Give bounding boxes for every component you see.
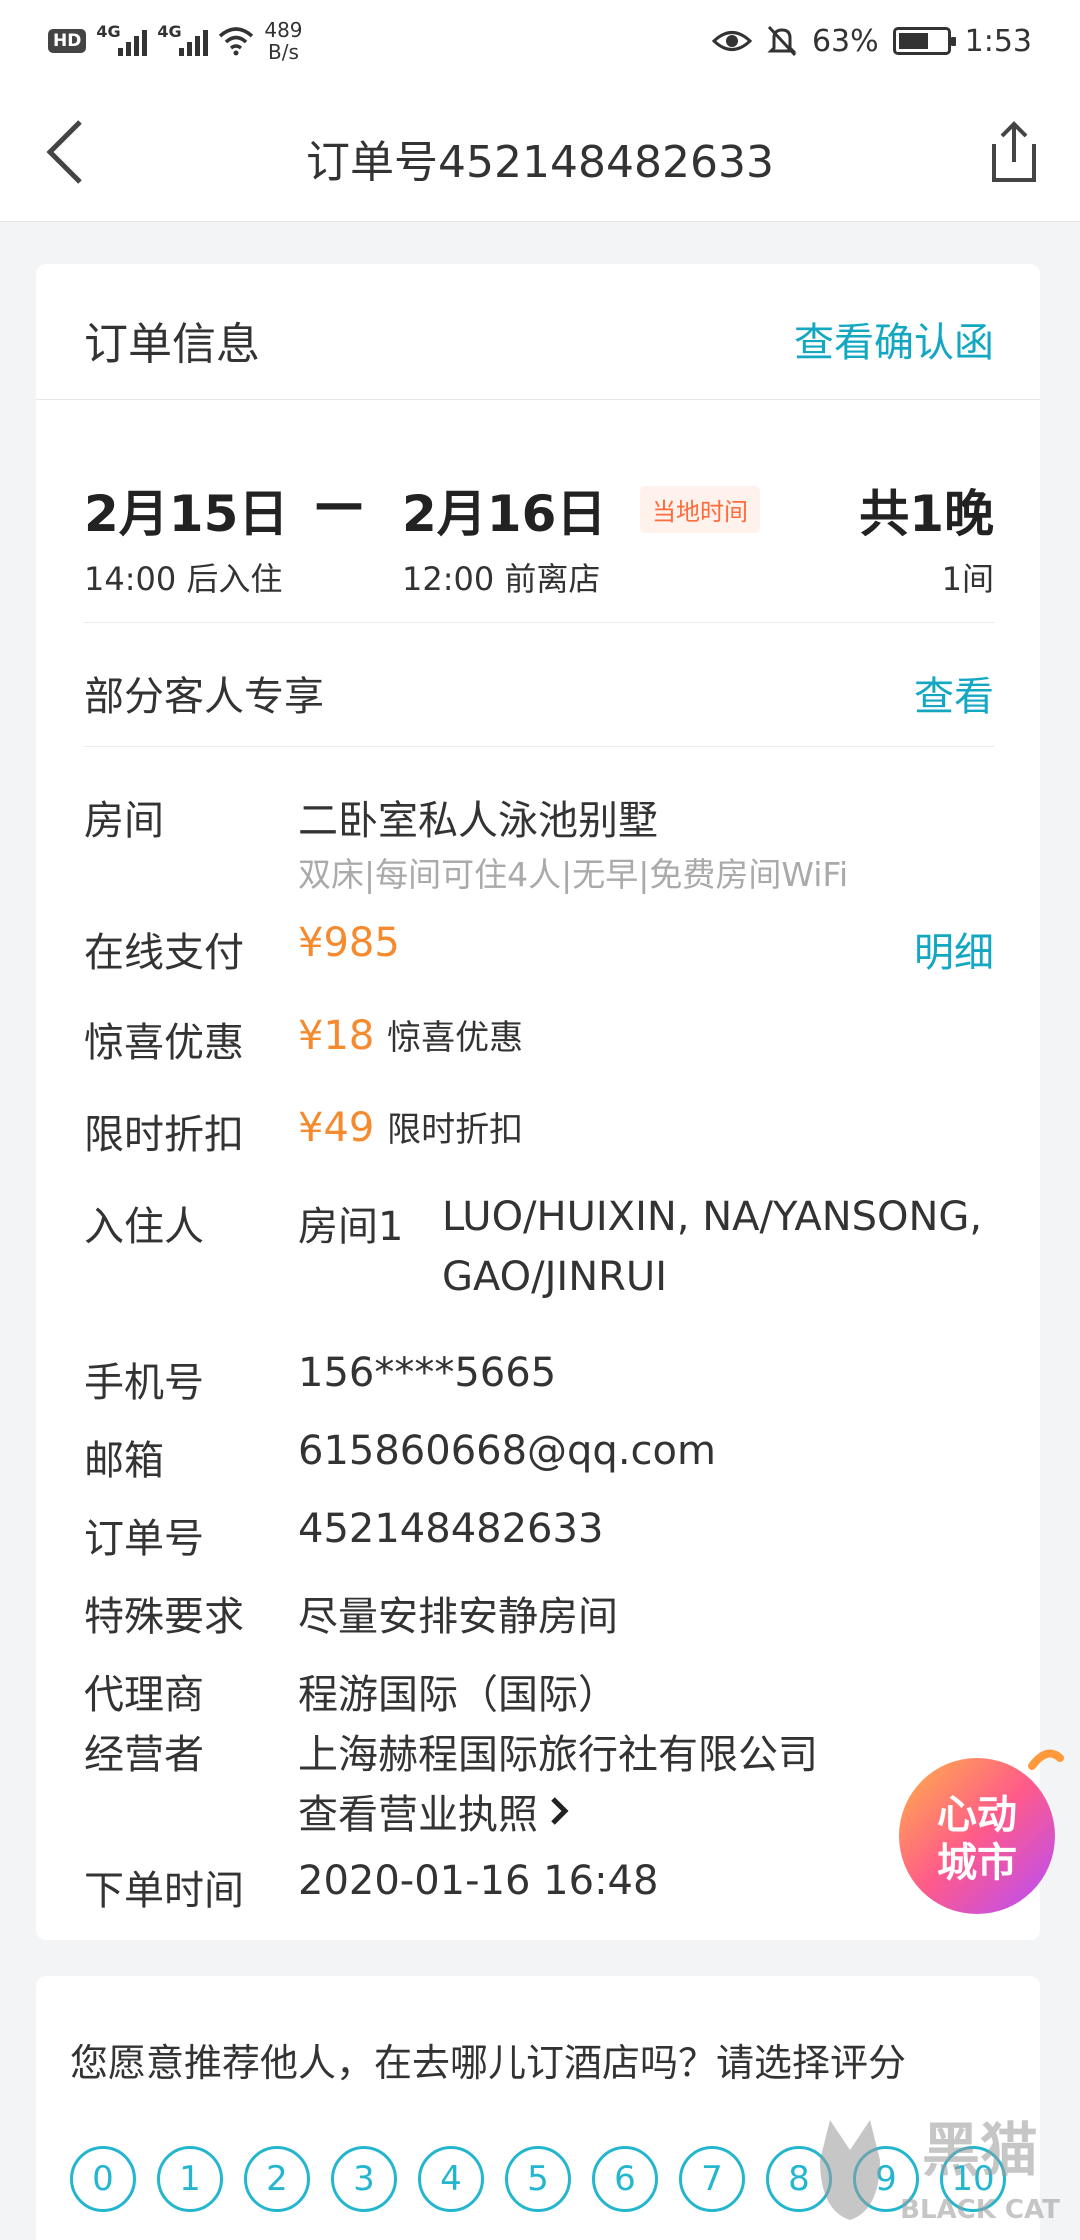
agent-value: 程游国际（国际） [298, 1672, 618, 1718]
date-dash: — [314, 474, 364, 532]
watermark-text-cn: 黑猫 [922, 2116, 1038, 2184]
share-icon [992, 121, 1036, 182]
status-right: 63% 1:53 [711, 18, 1032, 64]
rating-option[interactable]: 3 [331, 2146, 397, 2212]
checkin-date: 2月15日 [84, 485, 289, 543]
guest-room-label: 房间1 [298, 1204, 404, 1250]
phone-value: 156****5665 [298, 1350, 557, 1396]
order-number-value: 452148482633 [298, 1506, 604, 1552]
order-info-header: 订单信息 查看确认函 [36, 264, 1040, 400]
nights-count: 共1晚 [859, 485, 994, 543]
order-time-label: 下单时间 [84, 1868, 244, 1914]
surprise-discount-note: 惊喜优惠 [387, 1018, 524, 1058]
room-label: 房间 [84, 798, 164, 844]
special-request-label: 特殊要求 [84, 1594, 244, 1640]
promo-floating-badge[interactable]: 心动 城市 [882, 1736, 1072, 1926]
recommend-question: 您愿意推荐他人，在去哪儿订酒店吗？请选择评分 [70, 2041, 907, 2085]
network-type-2: 4G [157, 22, 182, 41]
exclusive-label: 部分客人专享 [84, 674, 324, 720]
limited-discount-value: ¥49 限时折扣 [298, 1102, 523, 1151]
order-info-title: 订单信息 [84, 319, 260, 370]
surprise-discount-amount: ¥18 [298, 1013, 375, 1059]
view-license-text: 查看营业执照 [298, 1792, 538, 1838]
mute-bell-icon [767, 25, 797, 57]
status-left: HD 4G 4G 489 B/s [48, 18, 303, 64]
surprise-discount-value: ¥18 惊喜优惠 [298, 1010, 523, 1059]
rating-option[interactable]: 0 [70, 2146, 136, 2212]
email-value: 615860668@qq.com [298, 1428, 716, 1474]
clock: 1:53 [964, 23, 1032, 59]
promo-badge-graphic: 心动 城市 [899, 1749, 1064, 1914]
rating-option[interactable]: 7 [679, 2146, 745, 2212]
black-cat-logo-icon: 黑猫 BLACK CAT [820, 2116, 1060, 2225]
chevron-right-icon [551, 1797, 569, 1825]
signal-icon: 4G [96, 22, 148, 56]
order-time-value: 2020-01-16 16:48 [298, 1858, 659, 1904]
limited-discount-note: 限时折扣 [387, 1110, 524, 1150]
battery-icon [892, 27, 956, 55]
network-speed-value: 489 [264, 18, 303, 42]
promo-badge-line2: 城市 [937, 1840, 1017, 1886]
network-speed-unit: B/s [267, 40, 299, 64]
limited-discount-label: 限时折扣 [84, 1112, 244, 1158]
hd-indicator: HD [48, 29, 87, 53]
order-info-card: 订单信息 查看确认函 2月15日 — 2月16日 当地时间 14:00 后入住 … [36, 264, 1040, 1940]
top-nav-bar: 订单号452148482633 [0, 82, 1080, 222]
signal-icon-2: 4G [157, 22, 209, 56]
agent-label: 代理商 [84, 1672, 204, 1718]
rating-option[interactable]: 4 [418, 2146, 484, 2212]
checkout-time: 12:00 前离店 [402, 560, 601, 598]
stay-dates: 2月15日 — 2月16日 当地时间 14:00 后入住 12:00 前离店 共… [84, 474, 994, 674]
guests-label: 入住人 [84, 1204, 204, 1250]
guest-names-line1: LUO/HUIXIN, NA/YANSONG, [442, 1194, 983, 1240]
phone-label: 手机号 [84, 1360, 204, 1406]
checkout-date: 2月16日 [402, 485, 607, 543]
watermark-logo: 黑猫 BLACK CAT [810, 2100, 1080, 2240]
room-description: 双床|每间可住4人|无早|免费房间WiFi [298, 855, 849, 894]
operator-value: 上海赫程国际旅行社有限公司 [298, 1732, 818, 1778]
online-payment-label: 在线支付 [84, 930, 244, 976]
exclusive-view-link[interactable]: 查看 [914, 664, 994, 722]
wifi-icon [219, 27, 254, 56]
view-confirmation-link[interactable]: 查看确认函 [794, 310, 994, 368]
page-title: 订单号452148482633 [306, 137, 774, 188]
divider [84, 622, 994, 623]
rating-option[interactable]: 1 [157, 2146, 223, 2212]
status-bar: HD 4G 4G 489 B/s 63% 1:53 [0, 0, 1080, 82]
watermark-text-en: BLACK CAT [900, 2195, 1060, 2225]
email-label: 邮箱 [84, 1438, 164, 1484]
view-license-link[interactable]: 查看营业执照 [298, 1782, 570, 1840]
guest-names-line2: GAO/JINRUI [442, 1254, 667, 1300]
special-request-value: 尽量安排安静房间 [298, 1594, 618, 1640]
limited-discount-amount: ¥49 [298, 1105, 375, 1151]
order-number-label: 订单号 [84, 1516, 204, 1562]
network-type: 4G [96, 22, 121, 41]
checkin-time: 14:00 后入住 [84, 560, 283, 598]
divider [84, 746, 994, 747]
rating-option[interactable]: 6 [592, 2146, 658, 2212]
promo-badge-line1: 心动 [937, 1792, 1017, 1838]
share-button[interactable] [982, 110, 1046, 190]
operator-label: 经营者 [84, 1732, 204, 1778]
room-name: 二卧室私人泳池别墅 [298, 798, 658, 844]
eye-icon [711, 31, 752, 51]
online-payment-amount: ¥985 [298, 920, 400, 966]
price-detail-link[interactable]: 明细 [914, 920, 994, 978]
rooms-count: 1间 [941, 560, 994, 598]
network-speed: 489 B/s [264, 19, 302, 63]
rating-option[interactable]: 5 [505, 2146, 571, 2212]
local-time-badge: 当地时间 [640, 486, 760, 533]
rating-option[interactable]: 2 [244, 2146, 310, 2212]
surprise-discount-label: 惊喜优惠 [84, 1020, 244, 1066]
battery-percent: 63% [811, 23, 879, 59]
